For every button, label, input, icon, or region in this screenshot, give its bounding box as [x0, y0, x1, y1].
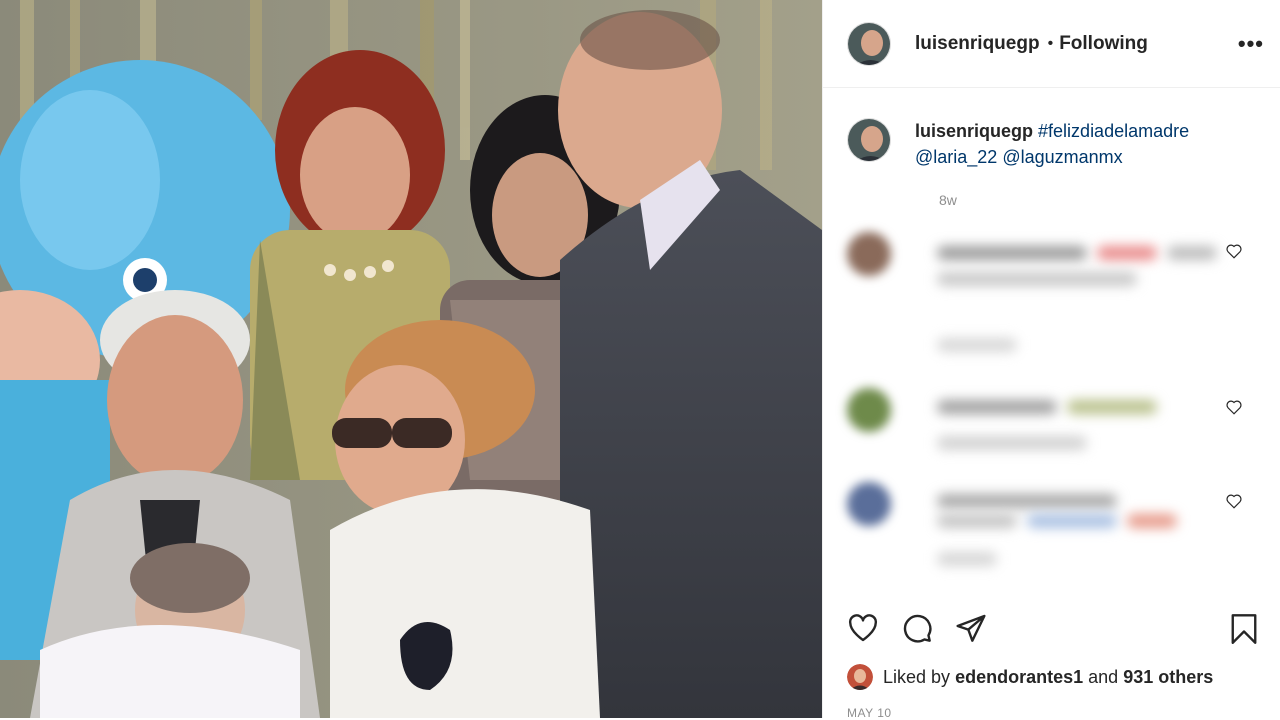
separator-dot: • [1047, 34, 1054, 52]
liker-avatar[interactable] [847, 664, 873, 690]
post-header: luisenriquegp • Following ••• [823, 0, 1280, 88]
caption-avatar[interactable] [847, 118, 891, 162]
comment-like-icon[interactable] [1225, 492, 1243, 510]
family-group-photo [0, 0, 822, 718]
caption-text: luisenriquegp #felizdiadelamadre @laria_… [915, 118, 1189, 170]
liked-by-prefix: Liked by [883, 666, 951, 687]
caption-timestamp: 8w [939, 192, 957, 208]
following-button[interactable]: Following [1059, 33, 1148, 55]
liker-username[interactable]: edendorantes1 [955, 667, 1083, 688]
post-side-panel: luisenriquegp • Following ••• luisenriqu… [822, 0, 1280, 720]
comment-item [847, 232, 1257, 352]
more-options-icon[interactable]: ••• [1238, 31, 1264, 57]
comment-icon[interactable] [901, 612, 933, 644]
heart-icon[interactable] [847, 612, 879, 644]
bookmark-icon[interactable] [1229, 612, 1259, 646]
comment-item [847, 482, 1257, 566]
post-caption: luisenriquegp #felizdiadelamadre @laria_… [847, 118, 1247, 208]
post-photo[interactable] [0, 0, 822, 718]
share-icon[interactable] [955, 612, 987, 644]
author-avatar[interactable] [847, 21, 891, 66]
mention-link-1[interactable]: @laria_22 [915, 147, 997, 167]
comment-like-icon[interactable] [1225, 398, 1243, 416]
comment-like-icon[interactable] [1225, 242, 1243, 260]
likes-summary: Liked by edendorantes1 and 931 others [847, 664, 1213, 690]
hashtag-link[interactable]: #felizdiadelamadre [1038, 121, 1189, 141]
author-username[interactable]: luisenriquegp [915, 33, 1040, 55]
comment-avatar [847, 388, 891, 432]
comment-item [847, 388, 1257, 458]
post-action-bar [847, 612, 1257, 652]
comment-avatar [847, 482, 891, 526]
likes-and: and [1088, 666, 1119, 687]
caption-username[interactable]: luisenriquegp [915, 121, 1033, 141]
comment-avatar [847, 232, 891, 276]
mention-link-2[interactable]: @laguzmanmx [1002, 147, 1122, 167]
likes-others-link[interactable]: 931 others [1123, 667, 1213, 688]
